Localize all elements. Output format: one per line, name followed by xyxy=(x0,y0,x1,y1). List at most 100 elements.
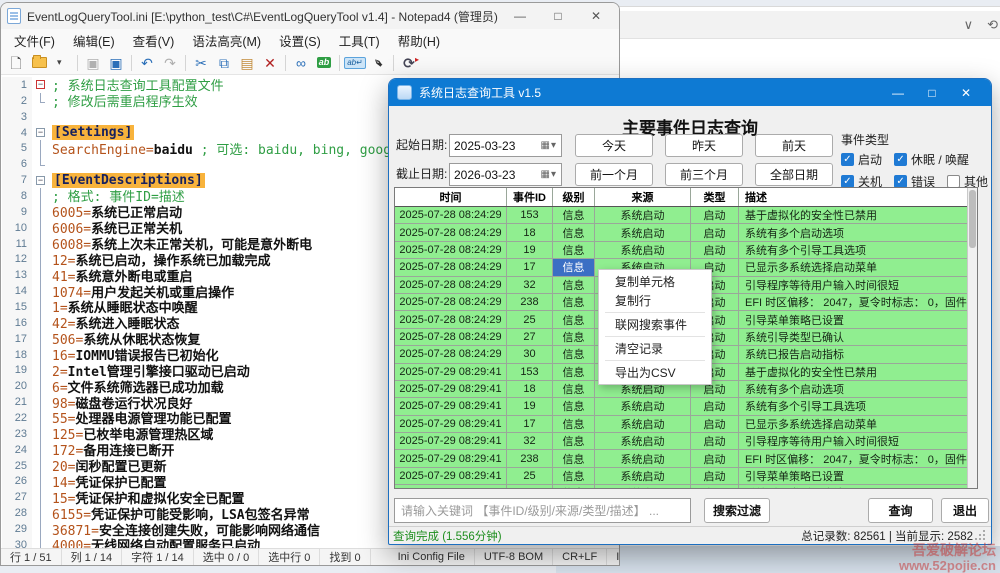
table-cell[interactable]: 系统引导类型已确认 xyxy=(739,485,967,488)
table-cell[interactable]: 25 xyxy=(507,468,553,485)
fold-margin[interactable] xyxy=(32,93,49,109)
table-cell[interactable]: 信息 xyxy=(553,468,595,485)
table-header-cell[interactable]: 级别 xyxy=(553,188,595,206)
checkbox-休眠 / 唤醒[interactable]: ✓休眠 / 唤醒 xyxy=(894,151,969,168)
table-cell[interactable]: 153 xyxy=(507,364,553,381)
table-cell[interactable]: 信息 xyxy=(553,329,595,346)
filter-button[interactable]: 搜索过滤 xyxy=(704,498,770,523)
table-cell[interactable]: 信息 xyxy=(553,277,595,294)
context-menu-item-联网搜索事件[interactable]: 联网搜索事件 xyxy=(599,315,711,334)
statusbar-segment[interactable]: 列 1 / 14 xyxy=(62,549,123,565)
table-cell[interactable]: 启动 xyxy=(691,485,739,488)
table-cell[interactable]: 2025-07-28 08:24:29 xyxy=(395,242,507,259)
end-date-input[interactable]: 2026-03-23 ▦▾ xyxy=(449,163,562,186)
table-cell[interactable]: 信息 xyxy=(553,242,595,259)
table-cell[interactable]: 25 xyxy=(507,311,553,328)
fold-margin[interactable] xyxy=(32,267,49,283)
table-cell[interactable]: 信息 xyxy=(553,207,595,224)
table-row[interactable]: 2025-07-29 08:29:4132信息系统启动启动引导程序等待用户输入时… xyxy=(395,433,967,450)
table-cell[interactable]: 引导菜单策略已设置 xyxy=(739,468,967,485)
fold-margin[interactable] xyxy=(32,251,49,267)
table-cell[interactable]: 基于虚拟化的安全性已禁用 xyxy=(739,364,967,381)
menu-item-设置(S)[interactable]: 设置(S) xyxy=(270,29,330,52)
table-header-cell[interactable]: 事件ID xyxy=(507,188,553,206)
fold-margin[interactable] xyxy=(32,331,49,347)
fold-margin[interactable] xyxy=(32,394,49,410)
table-cell[interactable]: 信息 xyxy=(553,416,595,433)
table-cell[interactable]: 系统启动 xyxy=(595,242,691,259)
quick-button-前天[interactable]: 前天 xyxy=(755,134,833,157)
table-cell[interactable]: 32 xyxy=(507,433,553,450)
table-cell[interactable]: 引导程序等待用户输入时间很短 xyxy=(739,277,967,294)
menu-item-查看(V)[interactable]: 查看(V) xyxy=(124,29,184,52)
context-menu-item-清空记录[interactable]: 清空记录 xyxy=(599,339,711,358)
quick-button-前三个月[interactable]: 前三个月 xyxy=(665,163,743,186)
table-cell[interactable]: 信息 xyxy=(553,398,595,415)
dialog-minimize-button[interactable]: — xyxy=(881,82,915,104)
menu-item-帮助(H)[interactable]: 帮助(H) xyxy=(389,29,449,52)
table-header-cell[interactable]: 描述 xyxy=(739,188,967,206)
table-cell[interactable]: 系统引导类型已确认 xyxy=(739,329,967,346)
fold-margin[interactable] xyxy=(32,347,49,363)
table-cell[interactable]: 2025-07-28 08:24:29 xyxy=(395,329,507,346)
fold-margin[interactable] xyxy=(32,505,49,521)
statusbar-segment[interactable]: 选中行 0 xyxy=(259,549,320,565)
table-cell[interactable]: 2025-07-28 08:24:29 xyxy=(395,294,507,311)
table-cell[interactable]: 信息 xyxy=(553,224,595,241)
calendar-icon[interactable]: ▦▾ xyxy=(541,140,557,151)
table-cell[interactable]: 2025-07-29 08:29:41 xyxy=(395,485,507,488)
menu-item-语法高亮(M)[interactable]: 语法高亮(M) xyxy=(183,29,270,52)
table-cell[interactable]: 27 xyxy=(507,485,553,488)
table-cell[interactable]: 2025-07-28 08:24:29 xyxy=(395,277,507,294)
table-cell[interactable]: 系统启动 xyxy=(595,398,691,415)
table-cell[interactable]: 信息 xyxy=(553,259,595,276)
table-cell[interactable]: 2025-07-28 08:24:29 xyxy=(395,311,507,328)
replace-icon[interactable]: ab xyxy=(313,53,335,73)
table-cell[interactable]: 30 xyxy=(507,346,553,363)
table-cell[interactable]: 2025-07-28 08:24:29 xyxy=(395,346,507,363)
table-cell[interactable]: 2025-07-29 08:29:41 xyxy=(395,468,507,485)
table-cell[interactable]: 启动 xyxy=(691,207,739,224)
open-folder-icon[interactable] xyxy=(28,53,50,73)
reload-icon[interactable]: ⟳▸ xyxy=(398,53,420,73)
table-cell[interactable]: 基于虚拟化的安全性已禁用 xyxy=(739,207,967,224)
context-menu-item-导出为CSV[interactable]: 导出为CSV xyxy=(599,363,711,382)
wrap-toggle-icon[interactable]: ab↵ xyxy=(344,53,366,73)
pin-icon[interactable]: ✒ xyxy=(367,53,389,73)
table-cell[interactable]: EFI 时区偏移： 2047，夏令时标志： 0，固件... xyxy=(739,294,967,311)
table-row[interactable]: 2025-07-29 08:29:4127信息系统启动启动系统引导类型已确认 xyxy=(395,485,967,488)
statusbar-segment[interactable]: 字符 1 / 14 xyxy=(122,549,194,565)
table-header-cell[interactable]: 类型 xyxy=(691,188,739,206)
resize-grip[interactable] xyxy=(975,530,987,542)
table-cell[interactable]: 信息 xyxy=(553,294,595,311)
menu-item-工具(T)[interactable]: 工具(T) xyxy=(330,29,389,52)
table-cell[interactable]: 信息 xyxy=(553,346,595,363)
statusbar-segment[interactable]: 找到 0 xyxy=(320,549,370,565)
table-cell[interactable]: 2025-07-28 08:24:29 xyxy=(395,259,507,276)
fold-marker-icon[interactable]: − xyxy=(36,176,45,185)
table-cell[interactable]: 引导程序等待用户输入时间很短 xyxy=(739,433,967,450)
quick-button-昨天[interactable]: 昨天 xyxy=(665,134,743,157)
close-button[interactable]: ✕ xyxy=(579,5,613,27)
checkbox-启动[interactable]: ✓启动 xyxy=(841,151,882,168)
fold-margin[interactable] xyxy=(32,489,49,505)
table-header-cell[interactable]: 时间 xyxy=(395,188,507,206)
exit-button[interactable]: 退出 xyxy=(941,498,989,523)
start-date-input[interactable]: 2025-03-23 ▦▾ xyxy=(449,134,562,157)
statusbar-segment[interactable]: CR+LF xyxy=(553,549,607,565)
redo-icon[interactable]: ↷ xyxy=(159,53,181,73)
table-cell[interactable]: 系统启动 xyxy=(595,468,691,485)
dialog-maximize-button[interactable]: □ xyxy=(915,82,949,104)
table-cell[interactable]: 信息 xyxy=(553,381,595,398)
quick-button-前一个月[interactable]: 前一个月 xyxy=(575,163,653,186)
statusbar-segment[interactable]: UTF-8 BOM xyxy=(475,549,553,565)
undo-icon[interactable]: ↶ xyxy=(136,53,158,73)
fold-margin[interactable] xyxy=(32,236,49,252)
statusbar-segment[interactable]: INS xyxy=(607,549,620,565)
statusbar-segment[interactable]: 选中 0 / 0 xyxy=(194,549,259,565)
table-cell[interactable]: 启动 xyxy=(691,450,739,467)
fold-margin[interactable] xyxy=(32,220,49,236)
table-row[interactable]: 2025-07-28 08:24:29153信息系统启动启动基于虚拟化的安全性已… xyxy=(395,207,967,224)
table-cell[interactable]: 2025-07-28 08:24:29 xyxy=(395,207,507,224)
find-icon[interactable]: ∞ xyxy=(290,53,312,73)
